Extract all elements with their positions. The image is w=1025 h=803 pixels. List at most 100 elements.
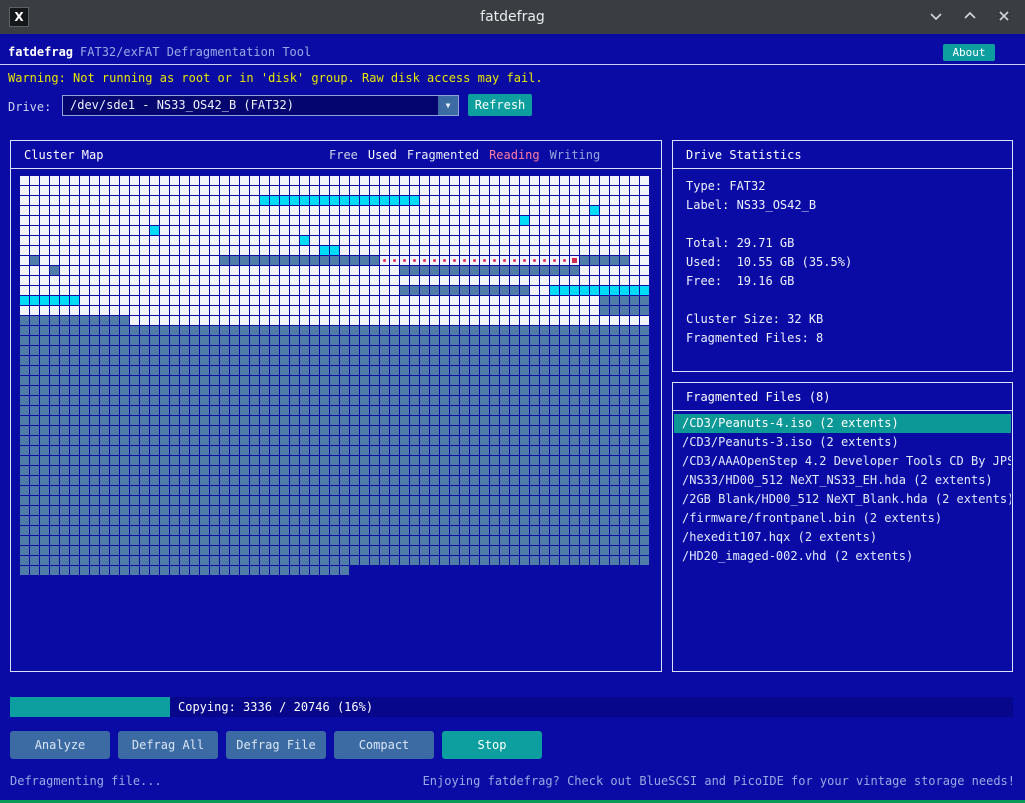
cluster-cell	[30, 476, 39, 485]
cluster-cell	[140, 376, 149, 385]
fragmented-file-item[interactable]: /CD3/Peanuts-3.iso (2 extents)	[674, 433, 1011, 452]
cluster-cell	[640, 176, 649, 185]
refresh-button[interactable]: Refresh	[468, 94, 532, 116]
window-close-button[interactable]	[991, 4, 1017, 30]
cluster-cell	[320, 246, 329, 255]
cluster-cell	[160, 296, 169, 305]
cluster-cell	[180, 246, 189, 255]
cluster-cell	[420, 486, 429, 495]
cluster-cell	[560, 486, 569, 495]
cluster-cell	[490, 356, 499, 365]
cluster-cell	[560, 326, 569, 335]
cluster-cell	[460, 356, 469, 365]
cluster-map-legend: Free Used Fragmented Reading Writing	[329, 146, 600, 165]
cluster-cell	[90, 386, 99, 395]
cluster-cell	[70, 386, 79, 395]
cluster-cell	[350, 336, 359, 345]
cluster-cell	[610, 226, 619, 235]
cluster-cell	[570, 286, 579, 295]
cluster-cell	[380, 296, 389, 305]
cluster-cell	[310, 506, 319, 515]
fragmented-file-item[interactable]: /NS33/HD00_512 NeXT_NS33_EH.hda (2 exten…	[674, 471, 1011, 490]
fragmented-file-item[interactable]: /HD20_imaged-002.vhd (2 extents)	[674, 547, 1011, 566]
cluster-cell	[170, 486, 179, 495]
cluster-cell	[300, 426, 309, 435]
cluster-cell	[380, 386, 389, 395]
cluster-cell	[410, 316, 419, 325]
fragmented-file-item[interactable]: /firmware/frontpanel.bin (2 extents)	[674, 509, 1011, 528]
cluster-cell	[330, 496, 339, 505]
cluster-cell	[470, 346, 479, 355]
cluster-cell	[620, 236, 629, 245]
drive-dropdown-arrow[interactable]: ▼	[438, 96, 458, 115]
compact-button[interactable]: Compact	[334, 731, 434, 759]
cluster-cell	[520, 246, 529, 255]
about-button[interactable]: About	[943, 44, 995, 61]
cluster-cell	[380, 536, 389, 545]
cluster-cell	[630, 306, 639, 315]
fragmented-file-item[interactable]: /CD3/AAAOpenStep 4.2 Developer Tools CD …	[674, 452, 1011, 471]
cluster-cell	[450, 436, 459, 445]
cluster-cell	[210, 436, 219, 445]
cluster-cell	[170, 266, 179, 275]
cluster-cell	[340, 236, 349, 245]
cluster-cell	[210, 306, 219, 315]
cluster-cell	[570, 356, 579, 365]
fragmented-file-item[interactable]: /hexedit107.hqx (2 extents)	[674, 528, 1011, 547]
cluster-cell	[590, 216, 599, 225]
cluster-cell	[20, 396, 29, 405]
cluster-cell	[100, 406, 109, 415]
cluster-cell	[570, 296, 579, 305]
cluster-cell	[390, 436, 399, 445]
window-minimize-button[interactable]	[923, 4, 949, 30]
cluster-cell	[290, 386, 299, 395]
cluster-cell	[120, 516, 129, 525]
cluster-cell	[170, 216, 179, 225]
cluster-cell	[450, 496, 459, 505]
stop-button[interactable]: Stop	[442, 731, 542, 759]
cluster-cell	[630, 316, 639, 325]
cluster-cell	[390, 236, 399, 245]
cluster-cell	[180, 416, 189, 425]
cluster-cell	[250, 516, 259, 525]
cluster-cell	[490, 246, 499, 255]
cluster-cell	[20, 246, 29, 255]
cluster-cell	[330, 426, 339, 435]
fragmented-file-item[interactable]: /CD3/Peanuts-4.iso (2 extents)	[674, 414, 1011, 433]
cluster-cell	[340, 176, 349, 185]
window-maximize-button[interactable]	[957, 4, 983, 30]
cluster-cell	[290, 376, 299, 385]
cluster-cell	[440, 376, 449, 385]
cluster-cell	[220, 476, 229, 485]
cluster-cell	[150, 396, 159, 405]
cluster-cell	[40, 246, 49, 255]
fragmented-file-item[interactable]: /2GB Blank/HD00_512 NeXT_Blank.hda (2 ex…	[674, 490, 1011, 509]
cluster-cell	[150, 186, 159, 195]
cluster-cell	[90, 196, 99, 205]
cluster-cell	[500, 456, 509, 465]
panel-separator	[673, 410, 1012, 411]
cluster-cell	[340, 226, 349, 235]
cluster-cell	[30, 516, 39, 525]
cluster-cell	[520, 536, 529, 545]
cluster-cell	[130, 566, 139, 575]
cluster-cell	[230, 326, 239, 335]
cluster-cell	[240, 186, 249, 195]
defrag-file-button[interactable]: Defrag File	[226, 731, 326, 759]
defrag-all-button[interactable]: Defrag All	[118, 731, 218, 759]
cluster-cell	[430, 396, 439, 405]
cluster-cell	[530, 546, 539, 555]
cluster-cell	[400, 386, 409, 395]
analyze-button[interactable]: Analyze	[10, 731, 110, 759]
cluster-cell	[100, 486, 109, 495]
cluster-cell	[620, 316, 629, 325]
drive-combobox[interactable]: /dev/sde1 - NS33_OS42_B (FAT32) ▼	[62, 95, 459, 116]
cluster-cell	[140, 366, 149, 375]
cluster-cell	[20, 366, 29, 375]
cluster-cell	[230, 506, 239, 515]
cluster-cell	[340, 246, 349, 255]
cluster-cell	[550, 226, 559, 235]
cluster-cell	[460, 316, 469, 325]
cluster-cell	[320, 496, 329, 505]
cluster-cell	[60, 466, 69, 475]
